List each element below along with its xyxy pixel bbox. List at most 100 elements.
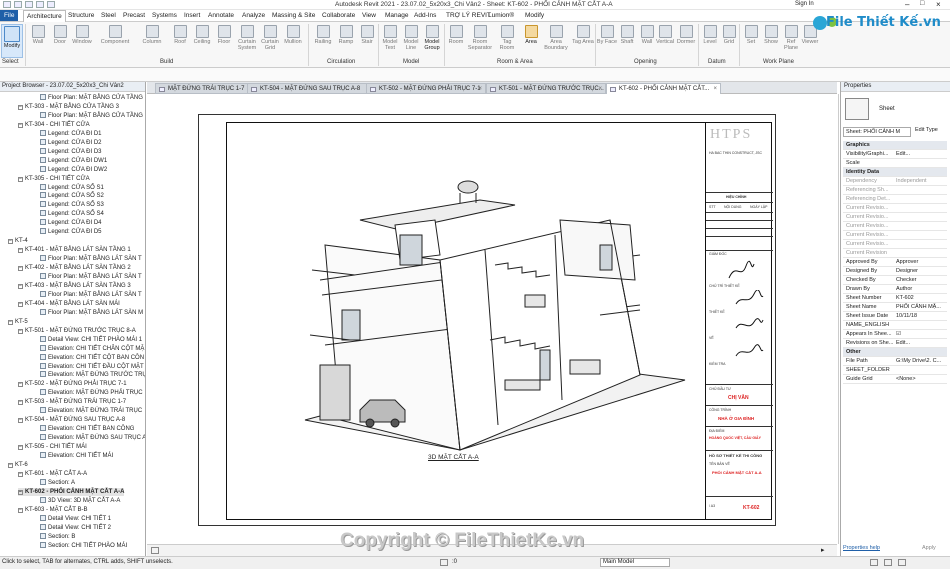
property-row[interactable]: Dependency Independent (843, 177, 947, 186)
collapse-toggle-icon[interactable]: − (8, 462, 13, 468)
collapse-toggle-icon[interactable]: − (18, 471, 23, 477)
browser-item[interactable]: Legend: CỬA SỔ S1 (40, 183, 104, 192)
browser-item[interactable]: − KT-505 - CHI TIẾT MÁI (18, 443, 87, 451)
sign-in-link[interactable]: Sign In (795, 1, 814, 7)
browser-item[interactable]: − KT-601 - MẶT CẮT A-A (18, 470, 87, 478)
tab-precast[interactable]: Precast (123, 12, 145, 19)
browser-item[interactable]: − KT-403 - MẶT BẰNG LÁT SÀN TẦNG 3 (18, 282, 131, 290)
properties-help-link[interactable]: Properties help (843, 545, 880, 551)
browser-item[interactable]: Elevation: MẶT ĐỨNG PHẢI TRỤC (40, 389, 143, 397)
door-button[interactable]: Door (49, 24, 71, 58)
property-row[interactable]: Appears In Shee... ☑ (843, 330, 947, 339)
railing-button[interactable]: Railing (312, 24, 334, 58)
property-row[interactable]: Current Revisio... (843, 213, 947, 222)
tag-room-button[interactable]: Tag Room (496, 24, 518, 58)
floor-button[interactable]: Floor (213, 24, 235, 58)
collapse-toggle-icon[interactable]: − (18, 283, 23, 289)
property-row[interactable]: Current Revisio... (843, 240, 947, 249)
collapse-toggle-icon[interactable]: − (8, 239, 13, 245)
roof-button[interactable]: Roof (169, 24, 191, 58)
property-value[interactable]: Edit... (896, 151, 910, 157)
browser-item[interactable]: Detail View: CHI TIẾT PHÀO MÁI 1 (40, 335, 142, 344)
collapse-toggle-icon[interactable]: − (18, 382, 23, 388)
stair-button[interactable]: Stair (356, 24, 378, 58)
tab-architecture[interactable]: Architecture (23, 10, 66, 22)
browser-item[interactable]: Legend: CỬA ĐI D5 (40, 228, 102, 236)
property-value[interactable]: PHỐI CẢNH MẶ... (896, 304, 941, 310)
visual-style-icon[interactable] (151, 547, 159, 554)
browser-item[interactable]: Floor Plan: MẶT BẰNG LÁT SÀN T (40, 255, 142, 263)
browser-item[interactable]: Floor Plan: MẶT BẰNG LÁT SÀN T (40, 290, 142, 299)
minimize-button[interactable]: – (905, 0, 909, 9)
property-section[interactable]: Graphics (843, 141, 947, 150)
browser-item[interactable]: Section: A (40, 478, 75, 487)
tab-view-4[interactable]: KT-501 - MẶT ĐỨNG TRƯỚC TRỤC... × (486, 83, 606, 94)
tab-modify[interactable]: Modify (525, 12, 544, 19)
browser-item[interactable]: − KT-502 - MẶT ĐỨNG PHẢI TRỤC 7-1 (18, 380, 127, 388)
browser-item[interactable]: Legend: CỬA SỔ S2 (40, 192, 104, 200)
property-value[interactable]: 10/11/18 (896, 313, 917, 319)
tab-add-ins[interactable]: Add-Ins (414, 12, 436, 19)
tab-view[interactable]: View (362, 12, 376, 19)
worksharing-icon[interactable] (440, 559, 448, 566)
shaft-button[interactable]: Shaft (616, 24, 638, 58)
browser-item[interactable]: − KT-602 - PHỐI CẢNH MẶT CẮT A-A (18, 487, 125, 496)
close-button[interactable]: × (936, 0, 941, 9)
filter-icon[interactable] (870, 559, 878, 566)
collapse-toggle-icon[interactable]: − (18, 122, 23, 128)
area-button[interactable]: Area (520, 24, 542, 58)
property-row[interactable]: Current Revision (843, 249, 947, 258)
collapse-toggle-icon[interactable]: − (18, 489, 23, 495)
dormer-button[interactable]: Dormer (675, 24, 697, 58)
property-row[interactable]: Checked By Checker (843, 276, 947, 285)
browser-item[interactable]: Floor Plan: MẶT BẰNG CỬA TẦNG (40, 94, 143, 102)
tab-lumion[interactable]: Lumion® (488, 12, 514, 19)
group-select[interactable]: Select (2, 59, 19, 65)
scroll-right-icon[interactable]: ▸ (821, 546, 825, 554)
show-button[interactable]: Show (760, 24, 782, 58)
browser-item[interactable]: − KT-504 - MẶT ĐỨNG SAU TRỤC A-8 (18, 416, 125, 424)
window-button[interactable]: Window (71, 24, 93, 58)
property-row[interactable]: Designed By Designer (843, 267, 947, 276)
browser-item[interactable]: Legend: CỬA ĐI D1 (40, 129, 102, 138)
browser-item[interactable]: Elevation: CHI TIẾT CHÂN CỘT MẶ (40, 344, 144, 353)
view-scrollbar[interactable] (838, 94, 839, 544)
property-section[interactable]: Identity Data (843, 168, 947, 177)
browser-item[interactable]: − KT-401 - MẶT BẰNG LÁT SÀN TẦNG 1 (18, 246, 131, 254)
collapse-toggle-icon[interactable]: − (18, 445, 23, 451)
collapse-toggle-icon[interactable]: − (18, 418, 23, 424)
property-row[interactable]: Current Revisio... (843, 231, 947, 240)
tab-systems[interactable]: Systems (152, 12, 177, 19)
apply-button[interactable]: Apply (922, 545, 936, 551)
ramp-button[interactable]: Ramp (335, 24, 357, 58)
browser-item[interactable]: Elevation: CHI TIẾT CỘT BAN CÔN (40, 353, 144, 362)
wall-button[interactable]: Wall (27, 24, 49, 58)
save-icon[interactable] (25, 1, 33, 8)
collapse-toggle-icon[interactable]: − (8, 319, 13, 325)
browser-item[interactable]: − KT-304 - CHI TIẾT CỬA (18, 121, 90, 129)
tab-steel[interactable]: Steel (101, 12, 116, 19)
tab-massing-site[interactable]: Massing & Site (272, 12, 315, 19)
tab-collaborate[interactable]: Collaborate (322, 12, 355, 19)
browser-item[interactable]: Detail View: CHI TIẾT 2 (40, 523, 111, 532)
collapse-toggle-icon[interactable]: − (18, 507, 23, 513)
tab-insert[interactable]: Insert (184, 12, 200, 19)
collapse-toggle-icon[interactable]: − (18, 301, 23, 307)
grid-button[interactable]: Grid (718, 24, 740, 58)
browser-item[interactable]: Legend: CỬA ĐI D3 (40, 147, 102, 156)
ceiling-button[interactable]: Ceiling (191, 24, 213, 58)
browser-item[interactable]: − KT-303 - MẶT BẰNG CỬA TẦNG 3 (18, 103, 119, 111)
edit-type-button[interactable]: Edit Type (915, 127, 938, 133)
property-section[interactable]: Other (843, 348, 947, 357)
browser-item[interactable]: − KT-5 (8, 318, 28, 326)
browser-item[interactable]: − KT-503 - MẶT ĐỨNG TRÁI TRỤC 1-7 (18, 398, 126, 406)
property-value[interactable]: <None> (896, 376, 916, 382)
property-value[interactable]: Designer (896, 268, 918, 274)
collapse-toggle-icon[interactable]: − (18, 176, 23, 182)
property-row[interactable]: Visibility/Graphi... Edit... (843, 150, 947, 159)
property-value[interactable]: ☑ (896, 331, 901, 337)
property-value[interactable]: Approver (896, 259, 918, 265)
browser-item[interactable]: Elevation: MẶT ĐỨNG TRƯỚC TRỤ (40, 371, 145, 379)
maximize-button[interactable]: □ (920, 0, 924, 7)
property-value[interactable]: Author (896, 286, 912, 292)
